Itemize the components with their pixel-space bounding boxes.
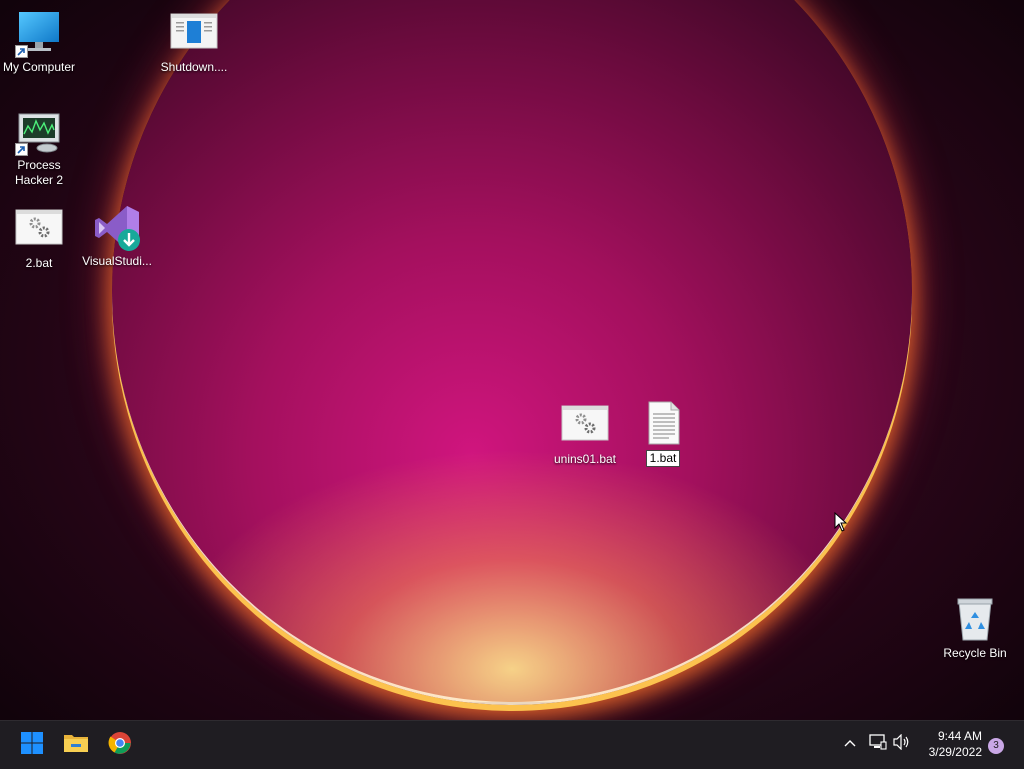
recycle-bin-icon: [951, 596, 999, 644]
speaker-icon: [893, 733, 911, 755]
network-icon: [869, 733, 887, 755]
batch-file-icon: [15, 206, 63, 254]
desktop-icon-label: My Computer: [2, 60, 76, 74]
text-file-icon: [639, 400, 687, 448]
notification-badge[interactable]: 3: [988, 738, 1004, 754]
desktop-icon-label: VisualStudi...: [82, 254, 152, 268]
visual-studio-installer-icon: [93, 204, 141, 252]
desktop-icon-label: unins01.bat: [553, 452, 617, 466]
clock-time: 9:44 AM: [937, 729, 982, 743]
clock-date: 3/29/2022: [928, 745, 982, 759]
monitor-icon: [15, 10, 63, 58]
desktop-icon-label: Process Hacker 2: [14, 158, 64, 187]
desktop-icon-label: Recycle Bin: [943, 646, 1007, 660]
process-hacker-icon: [15, 108, 63, 156]
network-button[interactable]: [867, 733, 889, 755]
rename-field[interactable]: 1.bat: [645, 450, 681, 467]
batch-file-icon: [561, 402, 609, 450]
desktop-icon-recycle-bin[interactable]: Recycle Bin: [937, 596, 1013, 661]
desktop-wallpaper: [0, 0, 1024, 720]
desktop-icon-unins01-bat[interactable]: unins01.bat: [547, 402, 623, 467]
wallpaper-bloom: [112, 0, 912, 705]
desktop-icon-my-computer[interactable]: My Computer: [1, 10, 77, 75]
chevron-up-icon: [843, 735, 857, 753]
desktop-icon-label: 2.bat: [25, 256, 53, 270]
desktop-icon-process-hacker[interactable]: Process Hacker 2: [1, 108, 77, 188]
desktop-icon-2-bat[interactable]: 2.bat: [1, 206, 77, 271]
taskbar: 9:44 AM 3/29/2022 3: [0, 720, 1024, 769]
desktop-icon-label: Shutdown....: [160, 60, 228, 74]
system-clock[interactable]: 9:44 AM 3/29/2022: [929, 728, 982, 760]
desktop-icon-1-bat[interactable]: 1.bat: [625, 400, 701, 467]
shortcut-arrow-icon: [15, 143, 28, 156]
windows-start-icon: [20, 731, 44, 760]
desktop-icon-visual-studio[interactable]: VisualStudi...: [79, 204, 155, 269]
show-hidden-icons-button[interactable]: [839, 733, 861, 755]
start-button[interactable]: [14, 727, 50, 763]
mouse-cursor-icon: [834, 511, 848, 537]
file-explorer-button[interactable]: [58, 727, 94, 763]
chrome-icon: [108, 731, 132, 760]
shutdown-window-icon: [170, 10, 218, 58]
chrome-button[interactable]: [102, 727, 138, 763]
desktop-icon-shutdown[interactable]: Shutdown....: [156, 10, 232, 75]
folder-icon: [63, 732, 89, 759]
volume-button[interactable]: [891, 733, 913, 755]
shortcut-arrow-icon: [15, 45, 28, 58]
